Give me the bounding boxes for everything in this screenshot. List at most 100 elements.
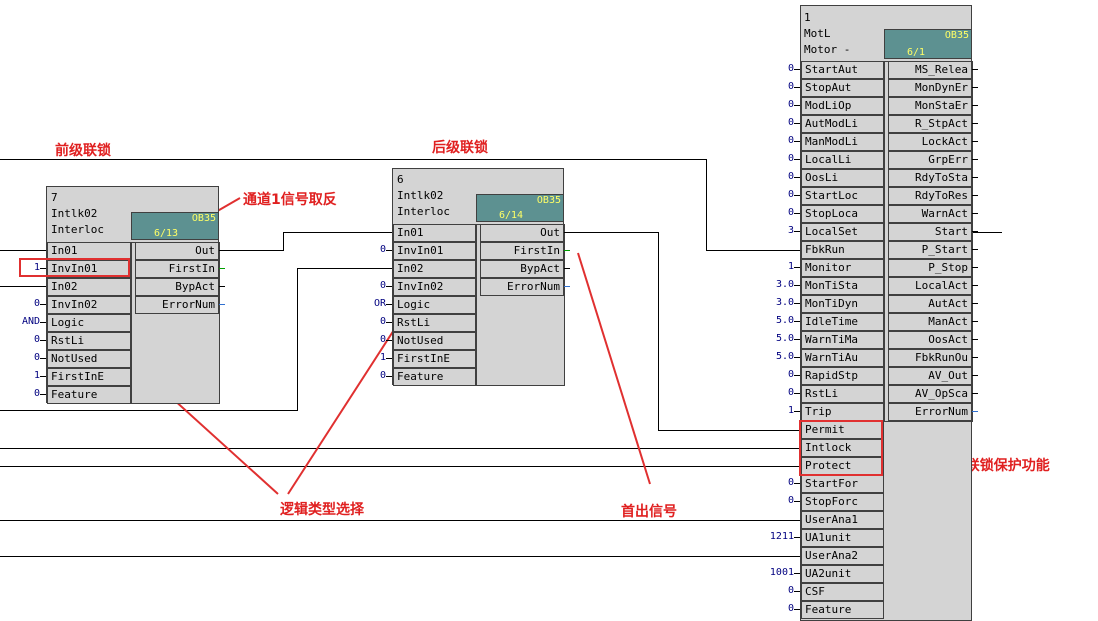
output-pin-grperr[interactable]: GrpErr (888, 151, 972, 169)
input-value-invin01[interactable]: 1 (0, 262, 40, 274)
output-pin-av_opsca[interactable]: AV_OpSca (888, 385, 972, 403)
output-pin-lockact[interactable]: LockAct (888, 133, 972, 151)
output-pin-errornum[interactable]: ErrorNum (135, 296, 219, 314)
input-value-stoploca[interactable]: 0 (752, 207, 794, 219)
output-pin-start[interactable]: Start (888, 223, 972, 241)
input-pin-localset[interactable]: LocalSet (801, 223, 884, 241)
input-pin-montidyn[interactable]: MonTiDyn (801, 295, 884, 313)
input-pin-startaut[interactable]: StartAut (801, 61, 884, 79)
input-pin-notused[interactable]: NotUsed (393, 332, 476, 350)
output-pin-bypact[interactable]: BypAct (135, 278, 219, 296)
output-pin-r_stpact[interactable]: R_StpAct (888, 115, 972, 133)
input-value-invin02[interactable]: 0 (344, 280, 386, 292)
input-pin-startfor[interactable]: StartFor (801, 475, 884, 493)
input-pin-invin01[interactable]: InvIn01 (393, 242, 476, 260)
output-pin-rdytores[interactable]: RdyToRes (888, 187, 972, 205)
output-pin-fbkrunou[interactable]: FbkRunOu (888, 349, 972, 367)
output-pin-mondyner[interactable]: MonDynEr (888, 79, 972, 97)
input-value-stopforc[interactable]: 0 (752, 495, 794, 507)
output-pin-firstin[interactable]: FirstIn (480, 242, 564, 260)
input-pin-userana1[interactable]: UserAna1 (801, 511, 884, 529)
input-pin-firstine[interactable]: FirstInE (47, 368, 131, 386)
input-value-csf[interactable]: 0 (752, 585, 794, 597)
input-pin-manmodli[interactable]: ManModLi (801, 133, 884, 151)
output-pin-firstin[interactable]: FirstIn (135, 260, 219, 278)
function-block-1-motor[interactable]: 1 MotL Motor - OB35 6/1 StartAut StopAut M… (800, 5, 973, 621)
input-value-rstli[interactable]: 0 (344, 316, 386, 328)
output-pin-monstaer[interactable]: MonStaEr (888, 97, 972, 115)
function-block-6[interactable]: 6 Intlk02 Interloc OB35 6/14 In01 InvIn01… (392, 168, 565, 386)
input-pin-trip[interactable]: Trip (801, 403, 884, 421)
input-value-notused[interactable]: 0 (344, 334, 386, 346)
input-pin-feature[interactable]: Feature (393, 368, 476, 386)
input-value-firstine[interactable]: 1 (344, 352, 386, 364)
input-pin-startloc[interactable]: StartLoc (801, 187, 884, 205)
input-value-feature[interactable]: 0 (752, 603, 794, 615)
input-value-rapidstp[interactable]: 0 (752, 369, 794, 381)
input-pin-rstli[interactable]: RstLi (801, 385, 884, 403)
input-pin-logic[interactable]: Logic (393, 296, 476, 314)
output-pin-p_start[interactable]: P_Start (888, 241, 972, 259)
input-pin-localli[interactable]: LocalLi (801, 151, 884, 169)
output-pin-av_out[interactable]: AV_Out (888, 367, 972, 385)
input-value-idletime[interactable]: 5.0 (752, 315, 794, 327)
output-pin-autact[interactable]: AutAct (888, 295, 972, 313)
input-value-invin02[interactable]: 0 (0, 298, 40, 310)
output-pin-errornum[interactable]: ErrorNum (480, 278, 564, 296)
input-value-startaut[interactable]: 0 (752, 63, 794, 75)
input-pin-firstine[interactable]: FirstInE (393, 350, 476, 368)
input-pin-feature[interactable]: Feature (47, 386, 131, 404)
input-value-logic[interactable]: OR (344, 298, 386, 310)
input-value-rstli[interactable]: 0 (752, 387, 794, 399)
output-pin-manact[interactable]: ManAct (888, 313, 972, 331)
input-value-montista[interactable]: 3.0 (752, 279, 794, 291)
input-pin-feature[interactable]: Feature (801, 601, 884, 619)
input-pin-stopaut[interactable]: StopAut (801, 79, 884, 97)
input-pin-stoploca[interactable]: StopLoca (801, 205, 884, 223)
input-value-notused[interactable]: 0 (0, 352, 40, 364)
input-value-localset[interactable]: 3 (752, 225, 794, 237)
input-pin-oosli[interactable]: OosLi (801, 169, 884, 187)
input-value-localli[interactable]: 0 (752, 153, 794, 165)
output-pin-warnact[interactable]: WarnAct (888, 205, 972, 223)
input-pin-monitor[interactable]: Monitor (801, 259, 884, 277)
function-block-7[interactable]: 7 Intlk02 Interloc OB35 6/13 In01 InvIn01… (46, 186, 220, 404)
output-pin-localact[interactable]: LocalAct (888, 277, 972, 295)
input-value-warntima[interactable]: 5.0 (752, 333, 794, 345)
input-value-oosli[interactable]: 0 (752, 171, 794, 183)
output-pin-bypact[interactable]: BypAct (480, 260, 564, 278)
input-value-monitor[interactable]: 1 (752, 261, 794, 273)
input-pin-logic[interactable]: Logic (47, 314, 131, 332)
input-pin-modliop[interactable]: ModLiOp (801, 97, 884, 115)
output-pin-out[interactable]: Out (480, 224, 564, 242)
input-pin-invin02[interactable]: InvIn02 (47, 296, 131, 314)
input-pin-ua2unit[interactable]: UA2unit (801, 565, 884, 583)
output-pin-oosact[interactable]: OosAct (888, 331, 972, 349)
input-pin-in01[interactable]: In01 (393, 224, 476, 242)
output-pin-out[interactable]: Out (135, 242, 219, 260)
output-pin-errornum[interactable]: ErrorNum (888, 403, 972, 421)
input-value-ua2unit[interactable]: 1001 (752, 567, 794, 579)
input-pin-fbkrun[interactable]: FbkRun (801, 241, 884, 259)
input-value-logic[interactable]: AND (0, 316, 40, 328)
input-pin-ua1unit[interactable]: UA1unit (801, 529, 884, 547)
input-pin-in02[interactable]: In02 (393, 260, 476, 278)
input-pin-warntiau[interactable]: WarnTiAu (801, 349, 884, 367)
input-pin-invin02[interactable]: InvIn02 (393, 278, 476, 296)
input-value-startloc[interactable]: 0 (752, 189, 794, 201)
input-value-rstli[interactable]: 0 (0, 334, 40, 346)
input-value-stopaut[interactable]: 0 (752, 81, 794, 93)
input-value-feature[interactable]: 0 (0, 388, 40, 400)
input-value-invin01[interactable]: 0 (344, 244, 386, 256)
input-pin-userana2[interactable]: UserAna2 (801, 547, 884, 565)
output-pin-p_stop[interactable]: P_Stop (888, 259, 972, 277)
input-value-trip[interactable]: 1 (752, 405, 794, 417)
input-value-ua1unit[interactable]: 1211 (752, 531, 794, 543)
input-pin-in02[interactable]: In02 (47, 278, 131, 296)
input-pin-rstli[interactable]: RstLi (393, 314, 476, 332)
input-pin-autmodli[interactable]: AutModLi (801, 115, 884, 133)
input-pin-idletime[interactable]: IdleTime (801, 313, 884, 331)
input-pin-rstli[interactable]: RstLi (47, 332, 131, 350)
input-value-feature[interactable]: 0 (344, 370, 386, 382)
input-value-startfor[interactable]: 0 (752, 477, 794, 489)
